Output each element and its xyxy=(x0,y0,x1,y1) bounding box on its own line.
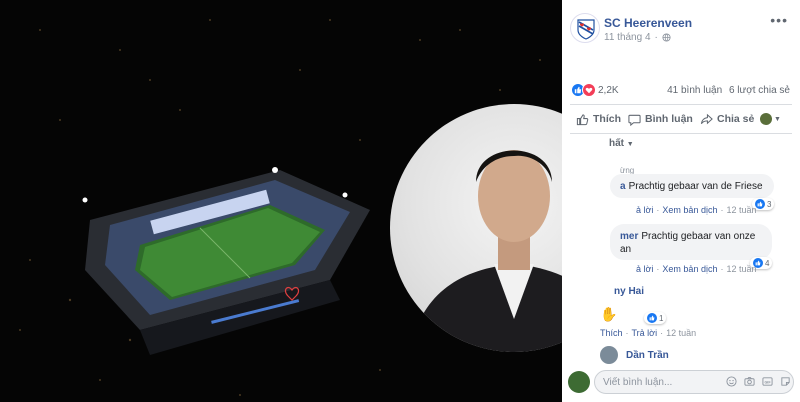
like-link[interactable]: Thích xyxy=(600,328,623,338)
reply-link[interactable]: Trả lời xyxy=(632,328,658,338)
like-button[interactable]: Thích xyxy=(576,113,621,126)
reaction-icons[interactable] xyxy=(571,83,596,97)
comment-text-line2: an xyxy=(620,244,632,255)
engagement-stats: 41 bình luận 6 lượt chia sẻ xyxy=(667,85,790,96)
comment-time[interactable]: 12 tuần xyxy=(666,328,696,338)
post-date[interactable]: 11 tháng 4 xyxy=(604,32,651,43)
page-name[interactable]: SC Heerenveen xyxy=(604,16,692,30)
user-avatar xyxy=(760,113,772,125)
post-meta: 11 tháng 4 · xyxy=(604,32,671,43)
comment-button[interactable]: Bình luận xyxy=(628,113,693,126)
sort-label: hất xyxy=(609,138,624,149)
more-options-icon[interactable]: ••• xyxy=(770,12,788,28)
divider xyxy=(570,104,792,105)
page-avatar[interactable] xyxy=(570,13,600,43)
like-label: Thích xyxy=(593,113,621,125)
svg-text:GIF: GIF xyxy=(764,380,771,384)
comment-time[interactable]: 12 tuần xyxy=(726,264,756,274)
post-action-bar: Thích Bình luận Chia sẻ ▼ xyxy=(562,106,800,132)
sort-dropdown[interactable]: hất ▼ xyxy=(609,138,634,149)
reactions-summary: 2,2K 41 bình luận 6 lượt chia sẻ xyxy=(562,80,800,102)
comment-item: Dần Trần xyxy=(600,346,669,364)
audience-selector[interactable]: ▼ xyxy=(760,113,781,125)
post-photo[interactable] xyxy=(0,0,562,402)
reply-link[interactable]: ả lời xyxy=(636,264,653,274)
divider xyxy=(570,133,792,134)
sticker-icon[interactable] xyxy=(779,375,792,388)
comment-likes-count: 3 xyxy=(767,199,772,209)
like-reaction-icon xyxy=(755,199,765,209)
comment-actions: Thích · Trả lời · 12 tuần xyxy=(600,328,697,338)
reaction-count[interactable]: 2,2K xyxy=(598,85,619,96)
comment-likes-badge[interactable]: 1 xyxy=(644,312,667,324)
share-button[interactable]: Chia sẻ xyxy=(700,113,754,126)
shares-count[interactable]: 6 lượt chia sẻ xyxy=(729,85,790,96)
gif-icon[interactable]: GIF xyxy=(761,375,774,388)
camera-icon[interactable] xyxy=(743,375,756,388)
comment-author[interactable]: Dần Trần xyxy=(626,350,669,361)
comment-author[interactable]: ny Hai xyxy=(614,286,644,297)
love-reaction-icon xyxy=(582,83,596,97)
comment-actions: ả lời · Xem bản dịch · 12 tuần xyxy=(636,264,757,274)
share-label: Chia sẻ xyxy=(717,113,755,125)
separator-dot: · xyxy=(654,32,658,43)
commenter-avatar[interactable] xyxy=(600,346,618,364)
comment-text: Prachtig gebaar van de Friese xyxy=(628,181,763,192)
comments-count[interactable]: 41 bình luận xyxy=(667,85,722,96)
stadium-image xyxy=(82,167,370,355)
composer-icons: GIF xyxy=(725,375,792,388)
comment-author[interactable]: mer xyxy=(620,231,638,242)
comment-likes-count: 4 xyxy=(765,258,770,268)
comment-bubble: mer Prachtig gebaar van onze an xyxy=(610,224,772,260)
comment-label: Bình luận xyxy=(645,113,693,125)
comment-author[interactable]: a xyxy=(620,181,626,192)
caret-down-icon: ▼ xyxy=(626,141,634,148)
sticker-image: ✋ xyxy=(600,306,618,322)
emoji-icon[interactable] xyxy=(725,375,738,388)
reply-link[interactable]: ả lời xyxy=(636,205,653,215)
heerenveen-crest-icon xyxy=(577,19,595,40)
thumbs-up-icon xyxy=(576,113,589,125)
comment-bubble-icon xyxy=(628,114,641,126)
post-header: SC Heerenveen 11 tháng 4 · ••• xyxy=(562,0,800,60)
translate-link[interactable]: Xem bản dịch xyxy=(662,205,717,215)
comment-time[interactable]: 12 tuần xyxy=(726,205,756,215)
comment-actions: ả lời · Xem bản dịch · 12 tuần xyxy=(636,205,757,215)
globe-icon xyxy=(662,33,671,42)
facebook-post-panel: SC Heerenveen 11 tháng 4 · ••• 2,2K 41 b… xyxy=(562,0,800,402)
caret-down-icon: ▼ xyxy=(774,115,781,123)
current-user-avatar[interactable] xyxy=(568,371,590,393)
share-arrow-icon xyxy=(700,113,713,124)
like-reaction-icon xyxy=(647,313,657,323)
comment-likes-count: 1 xyxy=(659,313,664,323)
comment-bubble: a Prachtig gebaar van de Friese xyxy=(610,174,774,198)
translate-link[interactable]: Xem bản dịch xyxy=(662,264,717,274)
comment-composer: GIF xyxy=(568,370,796,394)
comment-text: Prachtig gebaar van onze xyxy=(641,231,756,242)
